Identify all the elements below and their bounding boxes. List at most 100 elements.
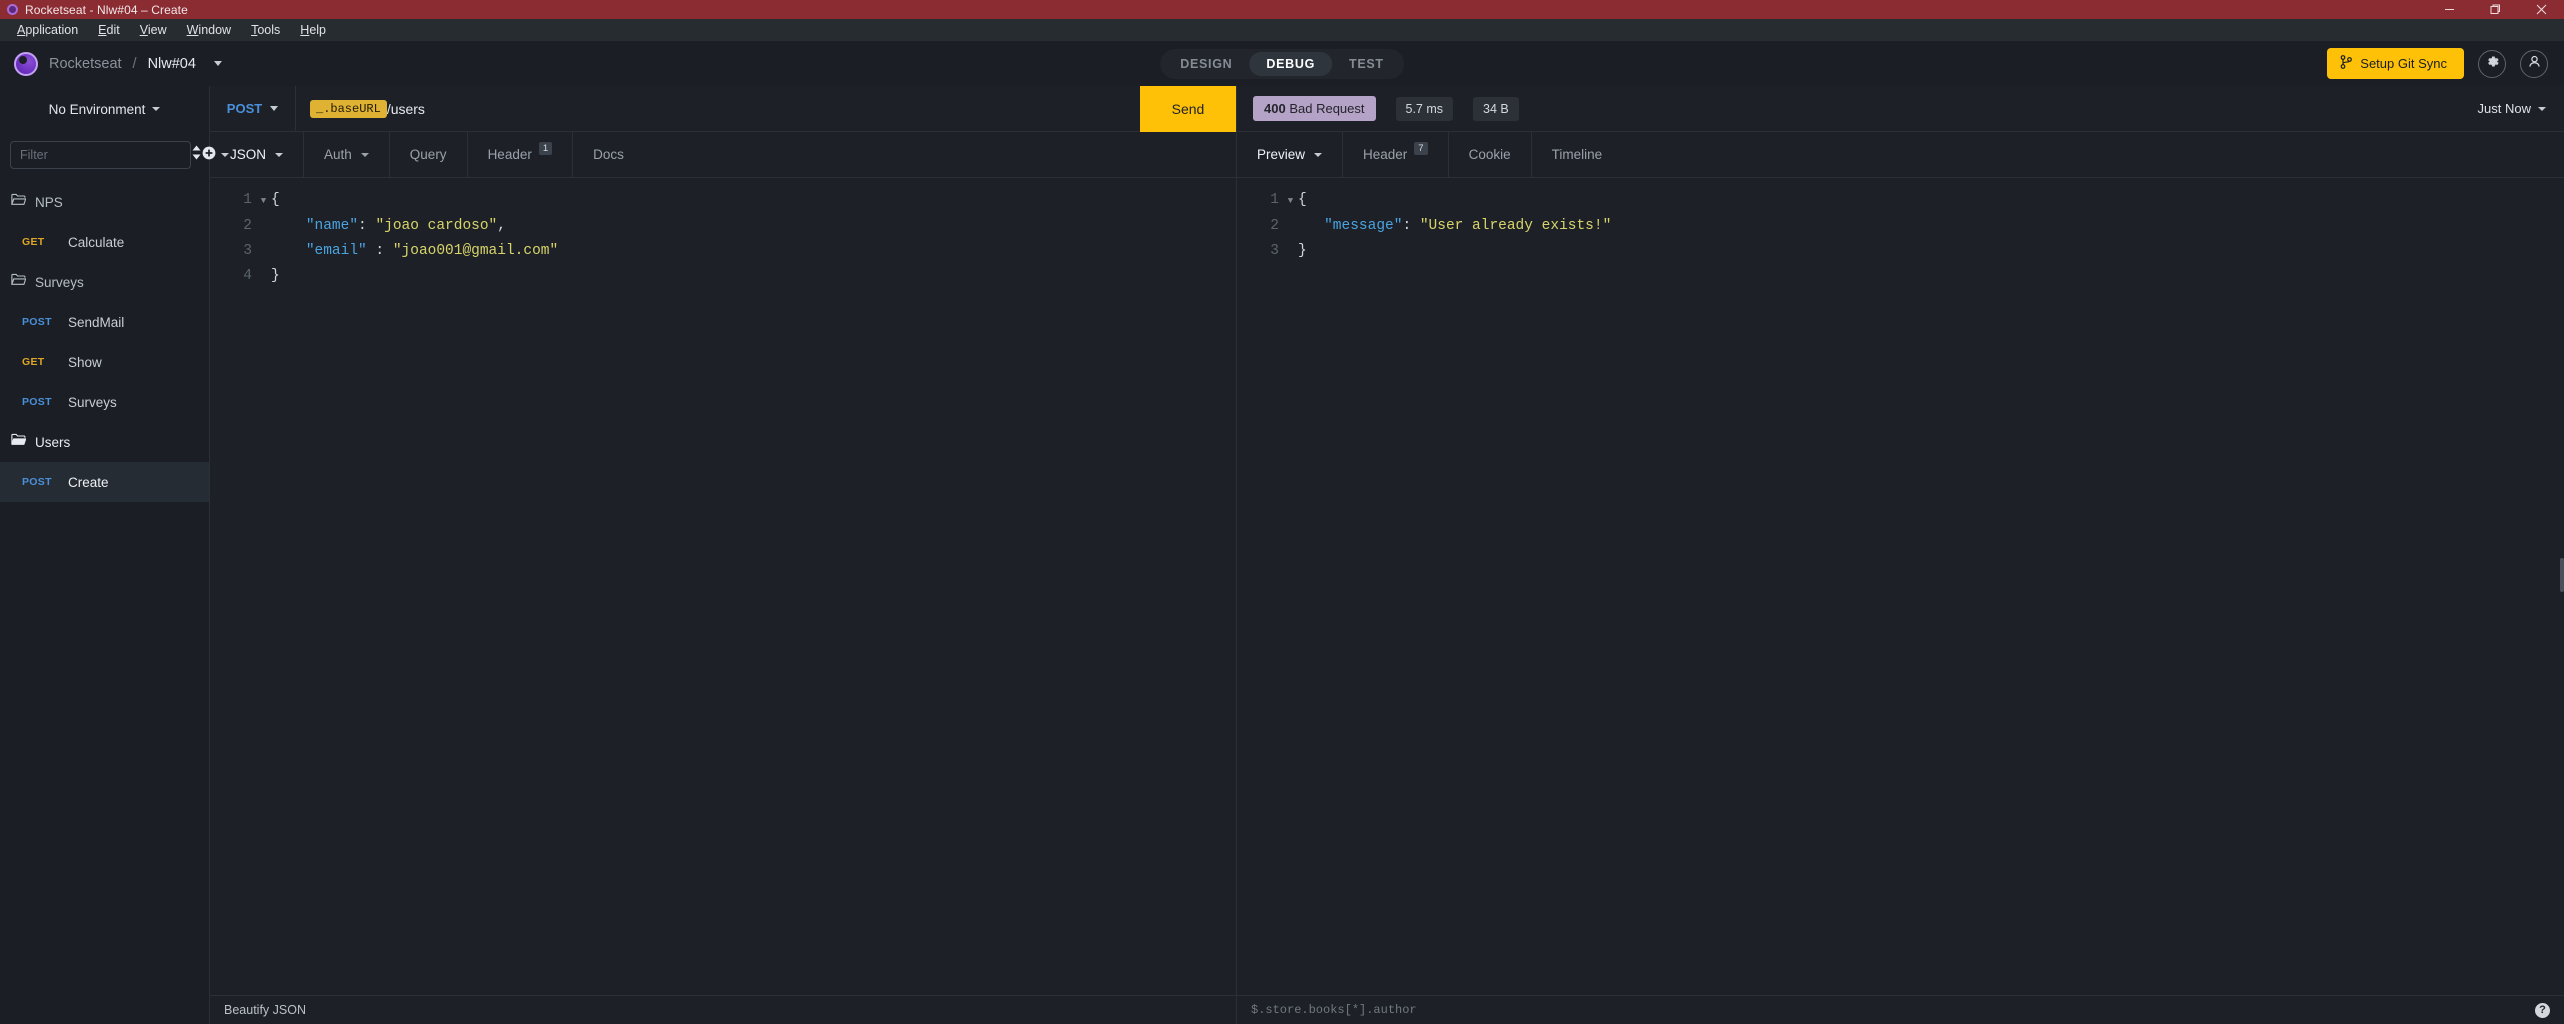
url-variable-chip[interactable]: _.baseURL [310, 99, 387, 118]
menu-item-window[interactable]: Window [178, 21, 240, 39]
question-mark-icon[interactable]: ? [2535, 1002, 2550, 1018]
response-history-dropdown[interactable]: Just Now [2478, 101, 2546, 116]
header-actions: Setup Git Sync [2327, 48, 2548, 79]
sidebar-item-label: SendMail [68, 314, 125, 330]
request-method-badge: GET [22, 356, 45, 368]
folder-closed-icon [11, 193, 27, 211]
url-bar: POST _.baseURL /users Send [210, 85, 1236, 132]
breadcrumb-separator: / [132, 55, 137, 72]
tab-docs[interactable]: Docs [573, 132, 644, 177]
line-number: 1 [1270, 192, 1279, 208]
environment-selector[interactable]: No Environment [0, 86, 209, 132]
tab-query-label: Query [409, 147, 447, 162]
code-line-text: { [271, 192, 280, 208]
breadcrumb-workspace[interactable]: Nlw#04 [148, 56, 196, 72]
filter-input[interactable] [10, 141, 191, 169]
sidebar-folder-label: Surveys [35, 274, 84, 290]
settings-button[interactable] [2478, 49, 2506, 78]
code-line-text: "email" : "joao001@gmail.com" [305, 243, 559, 259]
menu-item-help[interactable]: Help [291, 21, 335, 39]
send-button[interactable]: Send [1140, 85, 1236, 132]
sidebar-folder-users[interactable]: Users [0, 422, 209, 462]
request-footer: Beautify JSON [210, 995, 1236, 1024]
request-method-value: POST [226, 101, 263, 116]
minimize-button[interactable] [2426, 0, 2472, 19]
sidebar-item-label: Show [68, 354, 102, 370]
fold-triangle-icon[interactable]: ▼ [1283, 188, 1298, 214]
folder-closed-icon [11, 273, 27, 291]
code-line-text: { [1298, 192, 1307, 208]
tab-preview[interactable]: Preview [1237, 132, 1344, 177]
app-header: Rocketseat / Nlw#04 DESIGN DEBUG TEST Se… [0, 41, 2564, 86]
response-time: 5.7 ms [1395, 96, 1454, 121]
response-body-viewer[interactable]: 1 ▼{2 "message": "User already exists!" 3} [1237, 178, 2564, 995]
tab-test[interactable]: TEST [1332, 52, 1401, 76]
request-tabs: JSON Auth Query Header 1 Docs [210, 132, 1236, 178]
account-button[interactable] [2520, 49, 2548, 78]
sidebar-folder-surveys[interactable]: Surveys [0, 262, 209, 302]
code-line: 2 "name": "joao cardoso", [210, 214, 1236, 239]
menu-item-edit[interactable]: Edit [89, 21, 129, 39]
breadcrumb-org[interactable]: Rocketseat [49, 56, 122, 72]
gear-icon [2485, 54, 2500, 74]
menu-item-view[interactable]: View [131, 21, 176, 39]
breadcrumb[interactable]: Rocketseat / Nlw#04 [14, 51, 222, 76]
request-method-badge: GET [22, 236, 45, 248]
chevron-down-icon [360, 152, 369, 157]
sidebar-item-create[interactable]: POST Create [0, 462, 209, 502]
tab-cookie-label: Cookie [1468, 147, 1511, 162]
window-logo-icon [7, 4, 18, 15]
tab-auth-label: Auth [324, 147, 352, 162]
response-history-label: Just Now [2477, 101, 2531, 116]
jsonpath-filter-input[interactable]: $.store.books[*].author [1251, 1003, 1417, 1017]
code-line: 3 "email" : "joao001@gmail.com" [210, 239, 1236, 264]
chevron-down-icon [270, 106, 279, 111]
scrollbar-thumb[interactable] [2560, 558, 2564, 592]
menu-item-tools[interactable]: Tools [242, 21, 289, 39]
setup-git-sync-button[interactable]: Setup Git Sync [2327, 48, 2464, 79]
sidebar-item-sendmail[interactable]: POST SendMail [0, 302, 209, 342]
close-button[interactable] [2518, 0, 2564, 19]
beautify-json-button[interactable]: Beautify JSON [224, 1003, 306, 1017]
tab-json[interactable]: JSON [210, 132, 305, 177]
sidebar-item-calculate[interactable]: GET Calculate [0, 222, 209, 262]
tab-response-header[interactable]: Header 7 [1343, 132, 1449, 177]
tab-header[interactable]: Header 1 [468, 132, 574, 177]
window-title-bar: Rocketseat - Nlw#04 – Create [0, 0, 2564, 19]
chevron-down-icon [2538, 106, 2546, 111]
request-body-editor[interactable]: 1 ▼{2 "name": "joao cardoso", 3 "email" : … [210, 178, 1236, 995]
tab-debug[interactable]: DEBUG [1249, 51, 1333, 76]
menu-item-application[interactable]: Application [8, 21, 87, 39]
tab-timeline[interactable]: Timeline [1532, 132, 1623, 177]
status-code: 400 [1264, 101, 1286, 116]
menu-bar: Application Edit View Window Tools Help [0, 19, 2564, 41]
response-time-cell[interactable]: 5.7 ms [1392, 86, 1470, 132]
code-line-text: "message": "User already exists!" [1324, 218, 1612, 234]
folder-open-icon [11, 433, 27, 451]
tab-timeline-label: Timeline [1551, 147, 1603, 162]
tab-auth[interactable]: Auth [304, 132, 390, 177]
sort-button[interactable] [191, 141, 202, 169]
maximize-button[interactable] [2472, 0, 2518, 19]
sidebar: No Environment NPS [0, 86, 229, 1024]
tab-cookie[interactable]: Cookie [1449, 132, 1532, 177]
line-number: 2 [243, 218, 252, 234]
response-status-cell[interactable]: 400 Bad Request [1237, 86, 1392, 132]
user-avatar-icon [2527, 54, 2542, 74]
request-method-select[interactable]: POST [210, 86, 295, 132]
response-size-cell[interactable]: 34 B [1469, 86, 1535, 132]
tab-query[interactable]: Query [390, 132, 468, 177]
sidebar-item-show[interactable]: GET Show [0, 342, 209, 382]
chevron-down-icon[interactable] [213, 61, 222, 66]
fold-triangle-icon[interactable]: ▼ [256, 188, 271, 214]
sidebar-filter-row [0, 132, 229, 178]
line-number: 1 [243, 192, 252, 208]
request-body-code[interactable]: 1 ▼{2 "name": "joao cardoso", 3 "email" : … [210, 188, 1236, 289]
url-input[interactable]: _.baseURL /users [295, 85, 1140, 132]
sidebar-item-surveys[interactable]: POST Surveys [0, 382, 209, 422]
git-branch-icon [2340, 55, 2353, 72]
tab-design[interactable]: DESIGN [1163, 52, 1249, 76]
sidebar-folder-nps[interactable]: NPS [0, 182, 209, 222]
